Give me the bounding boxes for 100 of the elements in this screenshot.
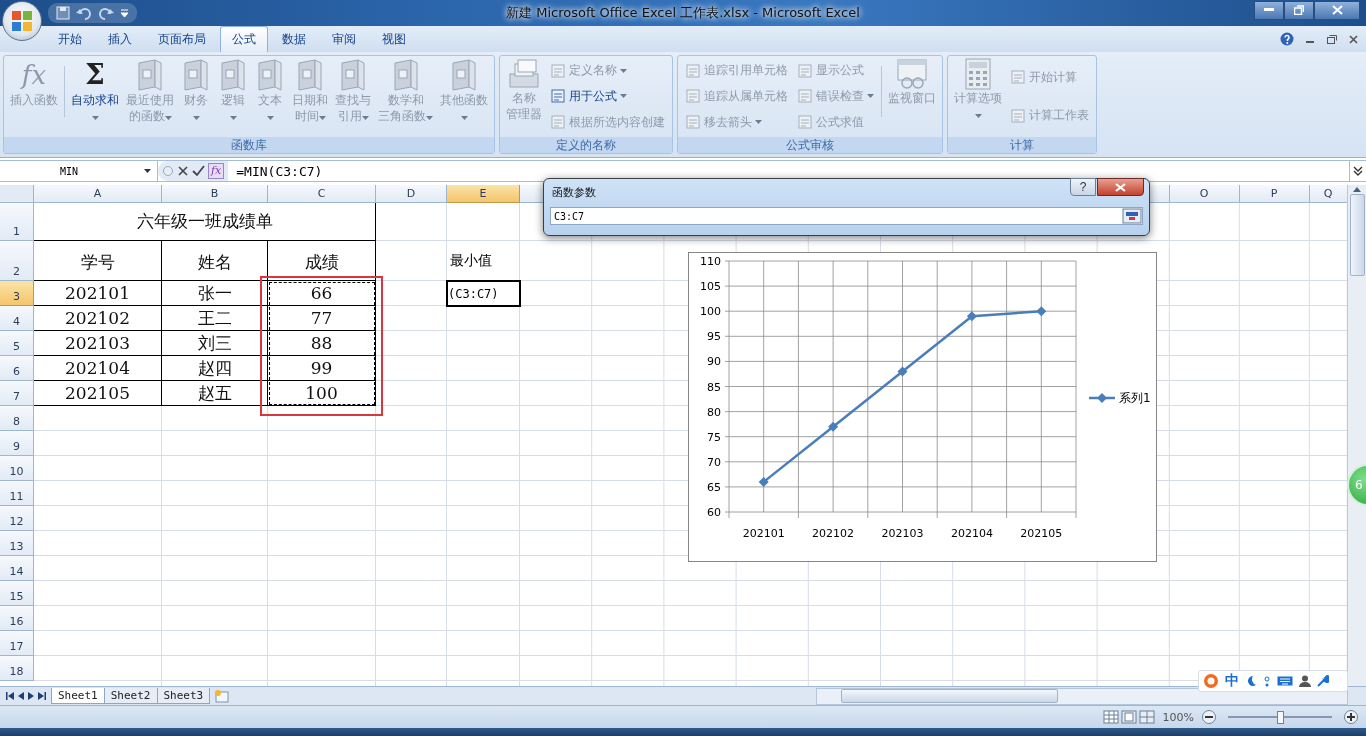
ribbon-tab[interactable]: 插入 — [96, 26, 144, 52]
restore-icon[interactable] — [1327, 34, 1337, 44]
sheet-tab[interactable]: Sheet3 — [156, 688, 211, 704]
column-header[interactable]: C — [268, 185, 376, 203]
row-header[interactable]: 5 — [0, 331, 34, 356]
column-header[interactable]: A — [34, 185, 162, 203]
restore-button[interactable] — [1284, 0, 1314, 20]
page-icon — [1010, 108, 1026, 123]
normal-view-icon[interactable] — [1102, 710, 1119, 724]
row-header[interactable]: 16 — [0, 606, 34, 631]
ribbon-tab[interactable]: 视图 — [370, 26, 418, 52]
ribbon-tab[interactable]: 审阅 — [320, 26, 368, 52]
cancel-icon[interactable] — [177, 165, 189, 177]
help-icon[interactable] — [1280, 32, 1294, 46]
close-icon[interactable] — [1349, 34, 1358, 44]
column-heading: 姓名 — [162, 241, 268, 281]
collapse-icon[interactable] — [1122, 208, 1142, 224]
office-button[interactable] — [2, 1, 42, 41]
axis-label: 202103 — [881, 527, 924, 540]
sheet-tab[interactable]: Sheet2 — [103, 688, 158, 704]
row-header[interactable]: 1 — [0, 203, 34, 241]
row-header[interactable]: 7 — [0, 381, 34, 406]
sheet-tab[interactable]: Sheet1 — [51, 688, 105, 704]
ribbon-tab[interactable]: 页面布局 — [146, 26, 218, 52]
plus-icon — [1347, 713, 1355, 721]
column-header[interactable]: D — [376, 185, 447, 203]
redo-icon[interactable] — [98, 6, 114, 20]
ribbon-tab[interactable]: 公式 — [220, 26, 268, 52]
input-mode[interactable]: 中 — [1225, 672, 1239, 690]
row-header[interactable]: 9 — [0, 431, 34, 456]
previous-sheet-icon[interactable] — [18, 692, 24, 700]
enter-icon[interactable] — [192, 165, 205, 177]
legend-marker — [1089, 393, 1115, 403]
formula-field[interactable]: =MIN(C3:C7) — [228, 163, 1349, 179]
row-header[interactable]: 14 — [0, 556, 34, 581]
column-header[interactable]: E — [447, 185, 520, 203]
column-header[interactable]: P — [1239, 185, 1310, 203]
axis-label: 70 — [707, 455, 721, 469]
table-title: 六年级一班成绩单 — [34, 203, 376, 241]
window-title: 新建 Microsoft Office Excel 工作表.xlsx - Microsoft Excel — [506, 4, 860, 22]
scroll-thumb[interactable] — [1349, 194, 1365, 276]
undo-icon[interactable] — [76, 6, 92, 20]
ribbon-button[interactable]: Σ 自动求和 — [68, 58, 122, 135]
page-layout-icon[interactable] — [1120, 710, 1137, 724]
ribbon-tab[interactable]: 开始 — [46, 26, 94, 52]
row-header[interactable]: 4 — [0, 306, 34, 331]
save-icon[interactable] — [56, 6, 70, 20]
caret-icon — [426, 116, 433, 120]
column-header[interactable]: Q — [1309, 185, 1347, 203]
row-header[interactable]: 6 — [0, 356, 34, 381]
punctuation-icon[interactable] — [1263, 675, 1271, 687]
caret-icon — [361, 116, 369, 120]
column-header[interactable]: B — [162, 185, 268, 203]
caret-icon[interactable] — [144, 169, 151, 173]
first-sheet-icon[interactable] — [6, 692, 14, 700]
wrench-icon[interactable] — [1317, 675, 1329, 687]
insert-function-button[interactable]: fx — [208, 163, 225, 179]
group-title: 函数库 — [4, 137, 494, 153]
row-header[interactable]: 2 — [0, 241, 34, 281]
scroll-up-icon[interactable] — [1353, 187, 1361, 192]
row-header[interactable]: 8 — [0, 406, 34, 431]
horizontal-scrollbar[interactable] — [816, 687, 1348, 705]
row-header[interactable]: 13 — [0, 531, 34, 556]
axis-label: 60 — [707, 506, 721, 519]
table-cell: 77 — [268, 306, 376, 331]
next-sheet-icon[interactable] — [28, 692, 34, 700]
row-header[interactable]: 15 — [0, 581, 34, 606]
axis-label: 105 — [700, 280, 721, 294]
minimize-button[interactable] — [1254, 0, 1284, 20]
row-header[interactable]: 17 — [0, 631, 34, 656]
book-icon — [181, 58, 211, 92]
keyboard-icon[interactable] — [1277, 675, 1293, 687]
zoom-in-button[interactable] — [1344, 710, 1358, 724]
editing-cell[interactable]: (C3:C7) — [446, 280, 521, 307]
vertical-scrollbar[interactable] — [1347, 185, 1366, 686]
caret-icon — [91, 116, 99, 120]
help-button[interactable]: ? — [1070, 178, 1096, 196]
ribbon-tab[interactable]: 数据 — [270, 26, 318, 52]
caret-icon — [266, 116, 274, 120]
zoom-out-button[interactable] — [1202, 710, 1216, 724]
ribbon-button[interactable]: 用于公式 — [548, 88, 667, 105]
page-icon — [685, 63, 701, 78]
last-sheet-icon[interactable] — [38, 692, 46, 700]
book-icon — [338, 58, 368, 92]
row-header[interactable]: 18 — [0, 656, 34, 681]
column-header[interactable]: O — [1169, 185, 1240, 203]
range-field[interactable]: C3:C7 — [550, 207, 1143, 225]
table-cell: 202105 — [34, 381, 162, 406]
person-icon[interactable] — [1299, 675, 1311, 687]
row-header[interactable]: 10 — [0, 456, 34, 481]
row-header[interactable]: 12 — [0, 506, 34, 531]
slider-thumb[interactable] — [1277, 710, 1284, 724]
row-header[interactable]: 11 — [0, 481, 34, 506]
expand-icon[interactable] — [1353, 165, 1363, 177]
close-button[interactable] — [1097, 178, 1144, 196]
close-button[interactable] — [1314, 0, 1360, 20]
scroll-thumb[interactable] — [841, 689, 1058, 703]
moon-icon[interactable] — [1245, 675, 1257, 687]
name-box[interactable]: MIN — [0, 161, 158, 181]
row-header[interactable]: 3 — [0, 281, 34, 306]
